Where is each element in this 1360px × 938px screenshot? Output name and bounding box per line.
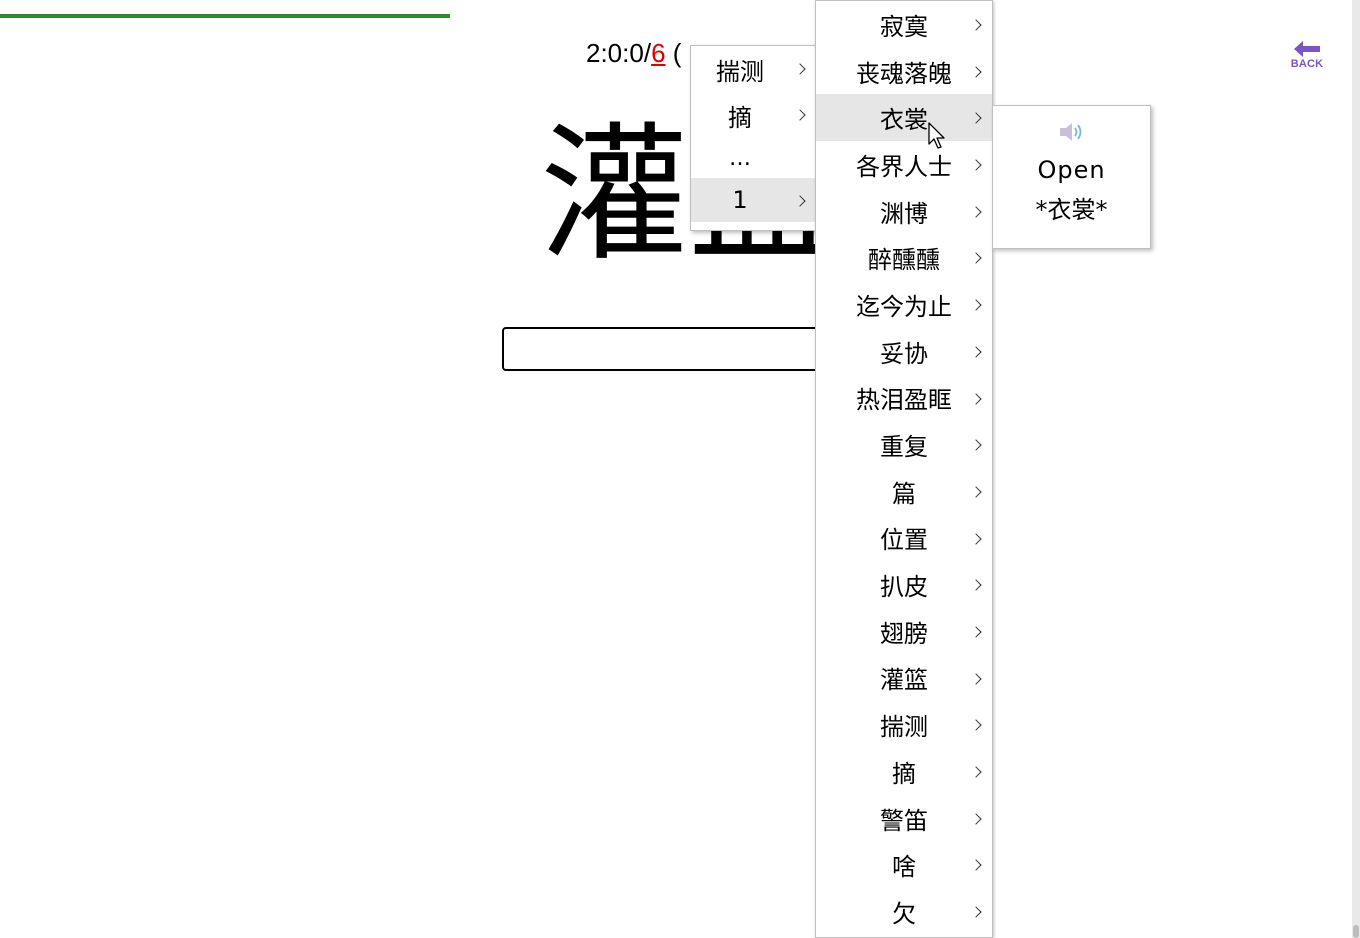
word-menu-item[interactable]: 妥协: [816, 328, 992, 375]
word-menu-item[interactable]: 灌篮: [816, 655, 992, 702]
word-menu-item[interactable]: 揣测: [816, 701, 992, 748]
word-menu-label: 渊博: [880, 199, 928, 228]
word-menu-label: 摘: [892, 759, 916, 788]
word-menu-item[interactable]: 丧魂落魄: [816, 48, 992, 95]
submenu-left: 揣测 摘 … 1: [690, 45, 822, 231]
word-menu-label: 醉醺醺: [868, 246, 940, 275]
submenu-item-label: 摘: [728, 103, 752, 132]
word-menu-label: 揣测: [880, 713, 928, 742]
word-menu-item[interactable]: 各界人士: [816, 141, 992, 188]
word-menu-label: 妥协: [880, 339, 928, 368]
back-button[interactable]: BACK: [1288, 40, 1326, 72]
word-menu-label: 翅膀: [880, 619, 928, 648]
word-menu-label: 热泪盈眶: [856, 386, 952, 415]
word-menu-item[interactable]: 啥: [816, 841, 992, 888]
speaker-icon[interactable]: [1057, 120, 1087, 144]
word-menu-label: 迄今为止: [856, 292, 952, 321]
word-menu-label: 各界人士: [856, 152, 952, 181]
word-menu-item[interactable]: 位置: [816, 515, 992, 562]
word-menu: 寂寞 丧魂落魄 衣裳 各界人士 渊博 醉醺醺 迄今为止 妥协 热泪盈眶 重复 篇…: [815, 0, 993, 938]
word-menu-item[interactable]: 扒皮: [816, 561, 992, 608]
word-menu-label: 衣裳: [880, 106, 928, 135]
word-menu-item[interactable]: 重复: [816, 421, 992, 468]
word-menu-label: 重复: [880, 433, 928, 462]
word-menu-label: 寂寞: [880, 12, 928, 41]
word-menu-label: 丧魂落魄: [856, 59, 952, 88]
word-menu-item[interactable]: 摘: [816, 748, 992, 795]
submenu-item-more[interactable]: …: [691, 138, 821, 178]
word-menu-label: 篇: [892, 479, 916, 508]
back-label: BACK: [1290, 58, 1324, 70]
word-menu-item[interactable]: 欠: [816, 888, 992, 935]
word-popup: Open *衣裳*: [992, 105, 1151, 249]
word-menu-label: 扒皮: [880, 573, 928, 602]
submenu-item-zhai[interactable]: 摘: [691, 92, 821, 138]
popup-word[interactable]: *衣裳*: [993, 190, 1150, 225]
answer-input[interactable]: [502, 327, 836, 371]
word-menu-item[interactable]: 篇: [816, 468, 992, 515]
score-display: 2:0:0/6 (: [586, 38, 681, 69]
scrollbar[interactable]: [1352, 0, 1360, 938]
word-menu-item-active[interactable]: 衣裳: [816, 94, 992, 142]
word-menu-label: 位置: [880, 526, 928, 555]
score-suffix: (: [665, 38, 682, 68]
progress-bar: [0, 14, 450, 18]
word-menu-item[interactable]: 寂寞: [816, 1, 992, 48]
word-menu-label: 欠: [892, 899, 916, 928]
word-menu-label: 啥: [892, 853, 916, 882]
word-menu-item[interactable]: 热泪盈眶: [816, 375, 992, 422]
wrong-count-link[interactable]: 6: [651, 38, 665, 68]
mouse-cursor-icon: [928, 122, 945, 149]
word-menu-item[interactable]: 醉醺醺: [816, 234, 992, 281]
word-menu-label: 灌篮: [880, 666, 928, 695]
submenu-item-label: …: [729, 145, 751, 171]
submenu-item-label: 1: [732, 186, 748, 214]
word-menu-item[interactable]: 渊博: [816, 188, 992, 235]
back-arrow-icon: [1294, 41, 1320, 57]
word-menu-label: 警笛: [880, 806, 928, 835]
score-prefix: 2:0:0/: [586, 38, 652, 68]
word-menu-item[interactable]: 警笛: [816, 795, 992, 842]
submenu-item-chuaice[interactable]: 揣测: [691, 46, 821, 92]
word-menu-item[interactable]: 翅膀: [816, 608, 992, 655]
word-menu-item[interactable]: 迄今为止: [816, 281, 992, 328]
chevron-right-icon: [794, 63, 806, 75]
open-link[interactable]: Open: [993, 156, 1150, 184]
chevron-right-icon: [794, 109, 806, 121]
chevron-right-icon: [794, 195, 806, 207]
submenu-item-label: 揣测: [716, 57, 764, 86]
scrollbar-thumb[interactable]: [1353, 925, 1359, 938]
submenu-item-1[interactable]: 1: [691, 178, 821, 222]
